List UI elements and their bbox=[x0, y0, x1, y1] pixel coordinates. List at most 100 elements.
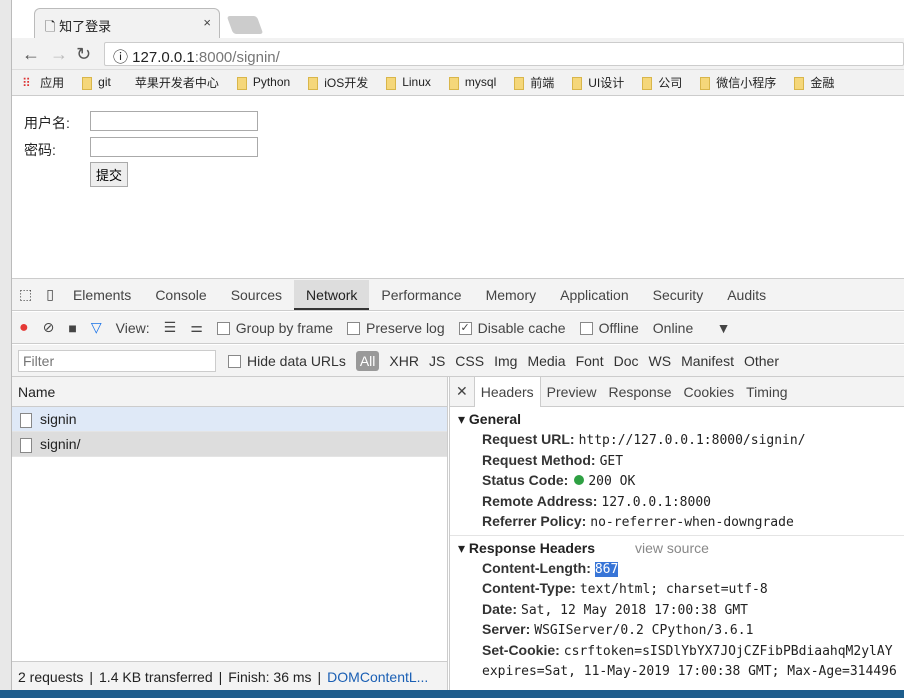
submit-button[interactable]: 提交 bbox=[90, 162, 129, 187]
large-rows-icon[interactable]: ☰ bbox=[164, 319, 177, 336]
devtools-tab-performance[interactable]: Performance bbox=[369, 280, 473, 310]
folder-icon bbox=[82, 76, 93, 90]
devtools-tab-audits[interactable]: Audits bbox=[715, 280, 778, 310]
bookmark-3[interactable]: Python bbox=[236, 75, 290, 90]
inspect-icon[interactable]: ⬚ bbox=[19, 286, 32, 303]
filter-type-xhr[interactable]: XHR bbox=[389, 353, 419, 369]
filter-type-all[interactable]: All bbox=[355, 350, 380, 371]
network-toolbar: ● ⊘ ■ ▽ View: ☰ ⚌ Group by frame Preserv… bbox=[12, 312, 904, 344]
url-path: :8000/signin/ bbox=[194, 49, 280, 66]
new-tab-button[interactable] bbox=[226, 16, 264, 34]
detail-tab-response[interactable]: Response bbox=[602, 384, 677, 400]
close-details-icon[interactable]: ✕ bbox=[450, 383, 474, 400]
filter-input[interactable] bbox=[18, 349, 216, 372]
bookmark-11[interactable]: 金融 bbox=[794, 74, 834, 91]
header-row: Remote Address: 127.0.0.1:8000 bbox=[482, 492, 711, 510]
devtools-tab-application[interactable]: Application bbox=[548, 280, 641, 310]
info-icon: ⓘ bbox=[113, 49, 133, 66]
password-input[interactable] bbox=[90, 137, 258, 157]
forward-icon[interactable]: → bbox=[50, 44, 68, 65]
devtools-tab-elements[interactable]: Elements bbox=[61, 280, 143, 310]
request-details: ✕ Headers Preview Response Cookies Timing ▾ G… bbox=[449, 377, 904, 691]
devtools-tab-sources[interactable]: Sources bbox=[219, 280, 294, 310]
bookmark-7[interactable]: 前端 bbox=[514, 74, 554, 91]
filter-type-img[interactable]: Img bbox=[494, 353, 517, 369]
filter-type-css[interactable]: CSS bbox=[455, 353, 484, 369]
status-ok-icon bbox=[574, 475, 585, 485]
username-input[interactable] bbox=[90, 111, 258, 131]
status-bar: 2 requests | 1.4 KB transferred | Finish: … bbox=[12, 661, 448, 691]
hide-data-urls-checkbox[interactable]: Hide data URLs bbox=[228, 353, 346, 369]
screenshot-icon[interactable]: ■ bbox=[68, 320, 76, 336]
devtools-tab-memory[interactable]: Memory bbox=[474, 280, 549, 310]
filter-icon[interactable]: ▽ bbox=[91, 319, 102, 336]
request-count: 2 requests bbox=[18, 668, 84, 685]
request-name: signin/ bbox=[40, 436, 81, 452]
filter-type-doc[interactable]: Doc bbox=[614, 353, 639, 369]
group-by-frame-checkbox[interactable]: Group by frame bbox=[216, 320, 333, 336]
bookmark-5[interactable]: Linux bbox=[386, 75, 431, 90]
folder-icon bbox=[572, 77, 583, 91]
header-row: Date: Sat, 12 May 2018 17:00:38 GMT bbox=[482, 600, 748, 618]
request-list: Name signin signin/ bbox=[12, 377, 448, 661]
folder-icon bbox=[794, 77, 805, 91]
filter-type-other[interactable]: Other bbox=[744, 353, 779, 369]
detail-tabs: ✕ Headers Preview Response Cookies Timing bbox=[450, 377, 904, 407]
filter-bar: Hide data URLs All XHR JS CSS Img Media Font Do… bbox=[12, 345, 904, 377]
detail-tab-headers[interactable]: Headers bbox=[473, 377, 541, 407]
back-icon[interactable]: ← bbox=[22, 44, 40, 65]
record-icon[interactable]: ● bbox=[19, 319, 29, 337]
detail-tab-preview[interactable]: Preview bbox=[541, 384, 603, 400]
detail-tab-cookies[interactable]: Cookies bbox=[678, 384, 741, 400]
device-toolbar-icon[interactable]: ▯ bbox=[46, 286, 54, 303]
bookmark-1[interactable]: git bbox=[82, 75, 111, 90]
header-row: Content-Length: 867 bbox=[482, 559, 619, 577]
devtools-tab-console[interactable]: Console bbox=[143, 280, 218, 310]
page-icon: 🗋 bbox=[45, 19, 60, 34]
document-icon bbox=[20, 437, 32, 453]
filter-type-js[interactable]: JS bbox=[429, 353, 445, 369]
bookmark-2[interactable]: 苹果开发者中心 bbox=[129, 74, 219, 91]
devtools-tab-network[interactable]: Network bbox=[294, 279, 370, 310]
bookmarks-bar: ⠿ 应用 git 苹果开发者中心 Python iOS开发 Linux mysql 前端 UI… bbox=[12, 70, 904, 96]
devtools-tabs: ⬚ ▯ Elements Console Sources Network Perform… bbox=[12, 279, 904, 311]
header-row: Status Code: 200 OK bbox=[482, 472, 636, 489]
bookmark-8[interactable]: UI设计 bbox=[572, 74, 624, 91]
finish-time: Finish: 36 ms bbox=[228, 668, 312, 685]
username-label: 用户名: bbox=[24, 115, 70, 131]
filter-type-font[interactable]: Font bbox=[576, 353, 604, 369]
filter-type-manifest[interactable]: Manifest bbox=[681, 353, 734, 369]
close-tab-icon[interactable]: × bbox=[203, 15, 211, 30]
background-window-edge bbox=[0, 0, 12, 690]
preserve-log-checkbox[interactable]: Preserve log bbox=[347, 320, 445, 336]
folder-icon bbox=[236, 76, 247, 90]
request-name: signin bbox=[40, 411, 77, 427]
folder-icon bbox=[514, 77, 525, 91]
browser-tab[interactable]: 🗋 知了登录 × bbox=[34, 8, 220, 38]
general-section[interactable]: ▾ General bbox=[450, 407, 904, 429]
request-row[interactable]: signin/ bbox=[12, 432, 447, 457]
filter-type-media[interactable]: Media bbox=[527, 353, 565, 369]
name-column-header[interactable]: Name bbox=[12, 377, 447, 407]
bookmark-10[interactable]: 微信小程序 bbox=[700, 74, 776, 91]
devtools-tab-security[interactable]: Security bbox=[641, 280, 716, 310]
disable-cache-checkbox[interactable]: ✓ Disable cache bbox=[458, 320, 566, 336]
password-label: 密码: bbox=[24, 142, 56, 158]
overview-icon[interactable]: ⚌ bbox=[190, 319, 203, 336]
header-row: Set-Cookie: csrftoken=sISDlYbYX7JOjCZFibP… bbox=[482, 641, 893, 659]
response-headers-section[interactable]: ▾ Response Headers view source bbox=[450, 536, 904, 558]
url-input[interactable]: ⓘ 127.0.0.1:8000/signin/ bbox=[104, 42, 904, 66]
bookmark-4[interactable]: iOS开发 bbox=[308, 74, 368, 91]
bookmark-9[interactable]: 公司 bbox=[642, 74, 682, 91]
request-row[interactable]: signin bbox=[12, 407, 447, 432]
filter-type-ws[interactable]: WS bbox=[649, 353, 672, 369]
throttle-select[interactable]: Online ▼ bbox=[653, 320, 731, 336]
bookmark-6[interactable]: mysql bbox=[448, 75, 496, 90]
detail-tab-timing[interactable]: Timing bbox=[740, 384, 794, 400]
clear-icon[interactable]: ⊘ bbox=[43, 319, 55, 336]
offline-checkbox[interactable]: Offline bbox=[579, 320, 639, 336]
bookmark-0[interactable]: ⠿ 应用 bbox=[22, 74, 64, 91]
header-row: Request Method: GET bbox=[482, 451, 624, 469]
reload-icon[interactable]: ↻ bbox=[76, 44, 91, 65]
view-source-link[interactable]: view source bbox=[635, 540, 709, 556]
